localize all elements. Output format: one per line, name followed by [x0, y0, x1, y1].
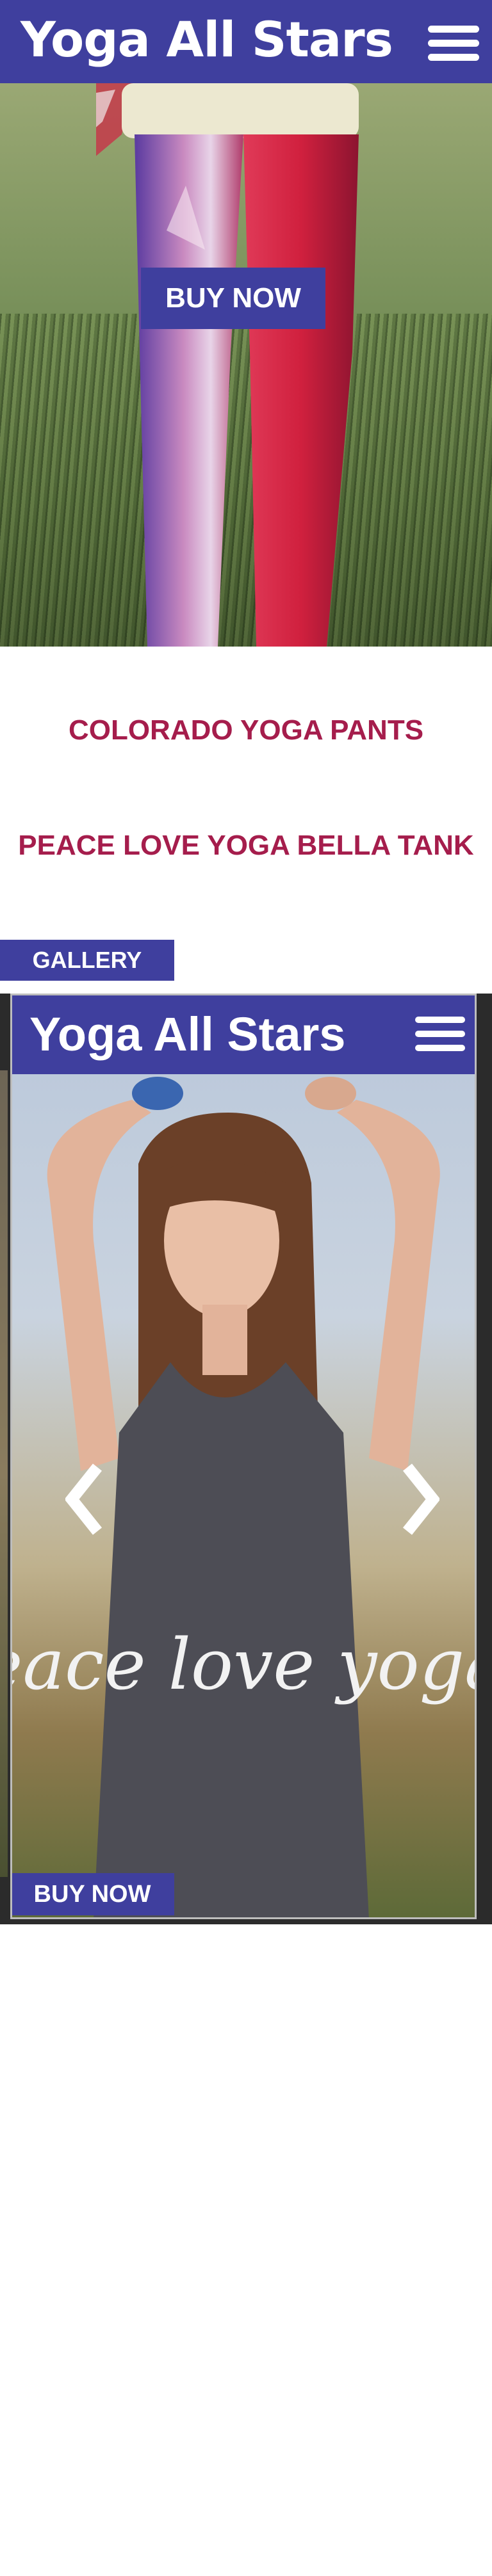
tank-top-print-text: Peace love yoga: [10, 1623, 477, 1705]
hero-image: BUY NOW: [0, 83, 492, 647]
gallery-carousel: Yoga All Stars Peace love yoga: [0, 994, 492, 1924]
gallery-slide: Yoga All Stars Peace love yoga: [10, 994, 477, 1919]
hamburger-menu-icon[interactable]: [428, 26, 479, 61]
chevron-left-icon[interactable]: [65, 1461, 104, 1538]
site-logo-text[interactable]: Yoga All Stars: [20, 8, 393, 72]
leggings-illustration: [96, 83, 359, 647]
slide-hamburger-icon: [415, 1017, 465, 1051]
slide-buy-now-button[interactable]: BUY NOW: [10, 1873, 174, 1915]
previous-slide-peek: [0, 1070, 8, 1877]
product-link-colorado-yoga-pants[interactable]: COLORADO YOGA PANTS: [0, 714, 492, 746]
product-link-peace-love-yoga-bella-tank[interactable]: PEACE LOVE YOGA BELLA TANK: [0, 830, 492, 862]
site-header: Yoga All Stars: [0, 0, 492, 83]
chevron-right-icon[interactable]: [401, 1461, 439, 1538]
slide-logo-text: Yoga All Stars: [29, 1008, 346, 1061]
gallery-button[interactable]: GALLERY: [0, 940, 174, 981]
slide-header: Yoga All Stars: [10, 994, 477, 1074]
hero-buy-now-button[interactable]: BUY NOW: [141, 268, 325, 329]
